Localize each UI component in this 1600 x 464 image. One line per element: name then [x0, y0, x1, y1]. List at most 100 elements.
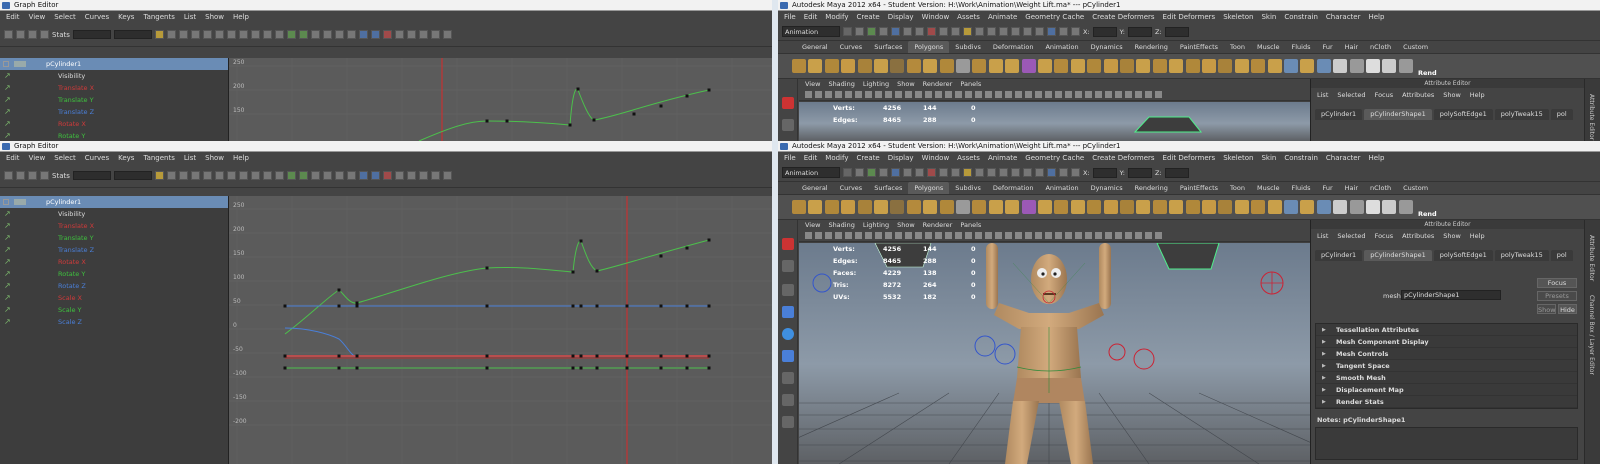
show-button[interactable]: Show [1537, 304, 1556, 314]
status-tool-icon[interactable] [951, 168, 960, 177]
shelf-tab-ncloth[interactable]: nCloth [1364, 182, 1397, 194]
menu-tangents[interactable]: Tangents [143, 11, 174, 23]
shelf-tab-polygons[interactable]: Polygons [908, 182, 950, 194]
offset-edge-icon[interactable] [1169, 200, 1184, 214]
menu-curves[interactable]: Curves [85, 11, 109, 23]
menu-geometry-cache[interactable]: Geometry Cache [1025, 152, 1084, 164]
viewport-tool-icon[interactable] [885, 232, 892, 239]
viewport-menu-view[interactable]: View [805, 79, 820, 89]
viewport-menu-shading[interactable]: Shading [828, 79, 854, 89]
viewport-tool-icon[interactable] [1005, 232, 1012, 239]
menu-help[interactable]: Help [233, 152, 249, 164]
soccer-ball-icon[interactable] [956, 200, 970, 214]
ae-tab[interactable]: polyTweak15 [1494, 250, 1549, 261]
side-tab-attribute-editor[interactable]: Attribute Editor [1588, 235, 1595, 281]
move-key-icon[interactable] [4, 30, 13, 39]
curve-icon[interactable] [442, 171, 452, 180]
menu-edit[interactable]: Edit [6, 152, 20, 164]
viewport-tool-icon[interactable] [965, 91, 972, 98]
viewport-tool-icon[interactable] [895, 91, 902, 98]
graph-editor-bottom-titlebar[interactable]: Graph Editor [0, 141, 772, 152]
status-tool-icon[interactable] [927, 168, 936, 177]
auto-tangent-icon[interactable] [202, 30, 212, 39]
outliner-attr-row[interactable]: ↗ Translate X [0, 82, 228, 94]
viewport-menu-lighting[interactable]: Lighting [863, 220, 889, 230]
status-tool-icon[interactable] [1023, 27, 1032, 36]
bridge-icon[interactable] [1218, 59, 1233, 73]
outliner-attr-row[interactable]: ↗ Translate Y [0, 94, 228, 106]
outliner-attr-row[interactable]: ↗ Rotate Y [0, 130, 228, 141]
status-tool-icon[interactable] [879, 168, 888, 177]
viewport-panel[interactable]: View Shading Lighting Show Renderer Panels [799, 220, 1310, 464]
ae-menu-show[interactable]: Show [1443, 90, 1461, 100]
menu-view[interactable]: View [29, 11, 46, 23]
menu-edit[interactable]: Edit [804, 152, 818, 164]
normalize-icon[interactable] [370, 30, 380, 39]
ae-tab[interactable]: pCylinderShape1 [1364, 109, 1432, 120]
dope-sheet-icon[interactable] [418, 171, 428, 180]
viewport-tool-icon[interactable] [1135, 232, 1142, 239]
menu-keys[interactable]: Keys [118, 152, 134, 164]
viewport-tool-icon[interactable] [1025, 232, 1032, 239]
viewport-tool-icon[interactable] [865, 91, 872, 98]
transfer-icon[interactable] [1333, 59, 1348, 73]
status-tool-icon[interactable] [1011, 168, 1020, 177]
shelf-tab-deformation[interactable]: Deformation [987, 41, 1040, 53]
viewport-tool-icon[interactable] [1035, 91, 1042, 98]
shelf-tab-surfaces[interactable]: Surfaces [868, 182, 908, 194]
shelf-tab-rendering[interactable]: Rendering [1129, 182, 1174, 194]
menu-constrain[interactable]: Constrain [1284, 152, 1318, 164]
viewport-menu-panels[interactable]: Panels [960, 79, 981, 89]
menu-edit-deformers[interactable]: Edit Deformers [1163, 152, 1216, 164]
viewport-tool-icon[interactable] [1045, 232, 1052, 239]
chamfer-icon[interactable] [1316, 59, 1331, 73]
viewport-tool-icon[interactable] [1145, 232, 1152, 239]
viewport-tool-icon[interactable] [1085, 232, 1092, 239]
menu-curves[interactable]: Curves [85, 152, 109, 164]
viewport-tool-icon[interactable] [885, 91, 892, 98]
denormalize-icon[interactable] [382, 171, 392, 180]
status-tool-icon[interactable] [939, 27, 948, 36]
bridge-icon[interactable] [1218, 200, 1233, 214]
insert-key-icon[interactable] [16, 30, 25, 39]
viewport-tool-icon[interactable] [835, 91, 842, 98]
helix-icon[interactable] [939, 200, 954, 214]
lattice-icon[interactable] [28, 171, 37, 180]
pipe-icon[interactable] [923, 200, 938, 214]
break-tangent-icon[interactable] [286, 30, 296, 39]
pre-infinity-icon[interactable] [394, 30, 404, 39]
shading-icon[interactable] [1382, 59, 1397, 73]
ae-menu-attributes[interactable]: Attributes [1402, 231, 1434, 241]
offset-edge-icon[interactable] [1169, 59, 1184, 73]
append-icon[interactable] [1120, 200, 1134, 214]
viewport-tool-icon[interactable] [805, 91, 812, 98]
viewport-tool-icon[interactable] [1055, 91, 1062, 98]
viewport-tool-icon[interactable] [975, 91, 982, 98]
ae-tab[interactable]: pCylinderShape1 [1364, 250, 1432, 261]
z-field[interactable] [1164, 26, 1189, 37]
status-tool-icon[interactable] [963, 168, 972, 177]
sculpt-icon[interactable] [1185, 200, 1200, 214]
status-tool-icon[interactable] [999, 168, 1008, 177]
side-tab-strip[interactable]: Attribute Editor [1584, 79, 1600, 141]
focus-button[interactable]: Focus [1537, 278, 1577, 288]
soccer-ball-icon[interactable] [956, 59, 970, 73]
ae-menu-attributes[interactable]: Attributes [1402, 90, 1434, 100]
shelf-tab-muscle[interactable]: Muscle [1251, 182, 1286, 194]
shelf-tab-polygons[interactable]: Polygons [908, 41, 950, 53]
viewport-tool-icon[interactable] [825, 232, 832, 239]
lasso-tool-icon[interactable] [782, 119, 794, 131]
status-tool-icon[interactable] [1059, 27, 1068, 36]
outliner-object-row[interactable]: pCylinder1 [0, 196, 228, 208]
insert-key-icon[interactable] [16, 171, 25, 180]
status-tool-icon[interactable] [1047, 168, 1056, 177]
chamfer-icon[interactable] [1316, 200, 1331, 214]
viewport-tool-icon[interactable] [985, 232, 992, 239]
sculpt-icon[interactable] [1185, 59, 1200, 73]
menu-edit-deformers[interactable]: Edit Deformers [1163, 11, 1216, 23]
menu-create[interactable]: Create [856, 11, 879, 23]
torus-icon[interactable] [874, 200, 888, 214]
render-icon[interactable] [1398, 200, 1413, 214]
menu-assets[interactable]: Assets [957, 152, 980, 164]
menu-skeleton[interactable]: Skeleton [1223, 152, 1253, 164]
